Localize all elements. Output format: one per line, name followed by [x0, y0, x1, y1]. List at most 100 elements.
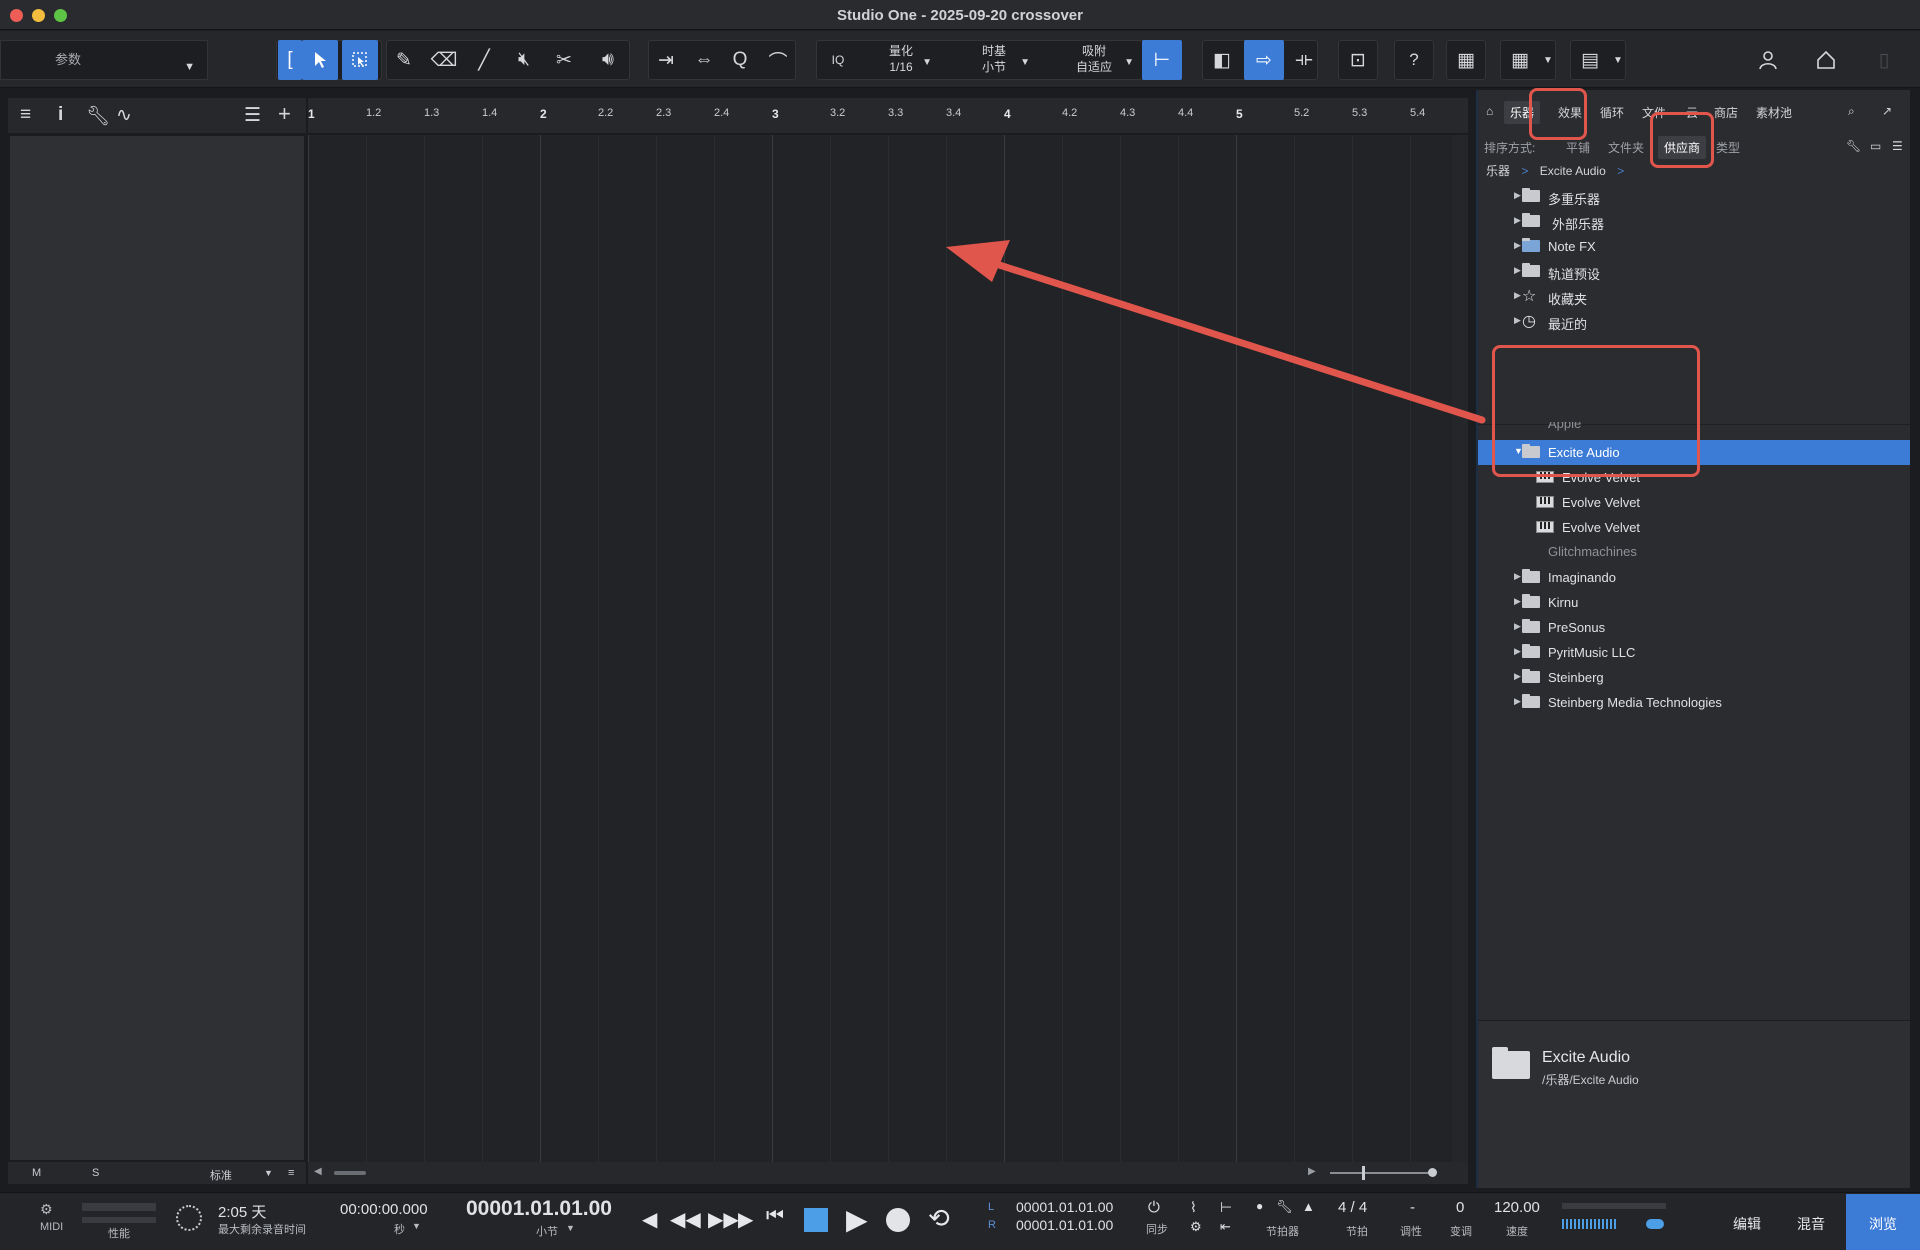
rewind-icon[interactable]: ◀◀ — [670, 1207, 701, 1232]
seconds-display[interactable]: 00:00:00.000 — [340, 1201, 428, 1218]
tree-item-external-instruments[interactable]: ▶ 外部乐器 — [1478, 209, 1910, 234]
tab-shop[interactable]: 商店 — [1714, 104, 1738, 121]
tempo-value[interactable]: 120.00 — [1494, 1199, 1540, 1216]
follow-back-icon[interactable]: ◧ — [1204, 40, 1240, 80]
chevron-down-icon[interactable]: ▼ — [412, 1221, 421, 1231]
track-list-icon[interactable]: ≡ — [20, 104, 31, 126]
help-button[interactable]: ? — [1396, 40, 1432, 80]
zoom-slider-end[interactable] — [1428, 1168, 1437, 1177]
parameter-selector[interactable]: 参数 ▼ — [0, 40, 208, 80]
expand-triangle-icon[interactable]: ▶ — [1514, 596, 1521, 607]
chevron-down-icon[interactable]: ▼ — [566, 1223, 575, 1233]
add-track-button[interactable]: + — [278, 101, 291, 127]
range-tool-button[interactable] — [342, 40, 378, 80]
timebase-selector[interactable]: 时基 小节 ▼ — [958, 40, 1030, 80]
tree-item-evolve-velvet[interactable]: Evolve Velvet — [1478, 515, 1910, 540]
solo-all-button[interactable]: S — [92, 1167, 99, 1179]
quantize-selector[interactable]: 量化 1/16 ▼ — [870, 40, 932, 80]
expand-triangle-icon[interactable]: ▶ — [1514, 190, 1521, 201]
home-icon[interactable]: ⌂ — [1486, 104, 1493, 118]
expand-triangle-icon[interactable]: ▶ — [1514, 671, 1521, 682]
autopunch-icon[interactable]: ⇤ — [1220, 1219, 1231, 1235]
list-options-icon[interactable]: ≡ — [288, 1167, 294, 1179]
zoom-slider-handle[interactable] — [1362, 1166, 1365, 1180]
search-icon[interactable]: ⌕ — [1848, 104, 1855, 119]
metronome-icon[interactable]: ▲ — [1302, 1199, 1315, 1214]
skip-start-icon[interactable]: ◀ — [642, 1207, 657, 1232]
arrow-tool-button[interactable] — [302, 40, 338, 80]
listen-tool-icon[interactable]: 🔊︎ — [590, 40, 626, 80]
tree-item-vendor[interactable]: ▶ Steinberg Media Technologies — [1478, 690, 1910, 715]
range-bracket-icon[interactable]: [ — [278, 40, 302, 80]
snap-selector[interactable]: 吸附 自适应 ▼ — [1054, 40, 1134, 80]
expand-triangle-icon[interactable]: ▶ — [1514, 240, 1521, 251]
key-value[interactable]: - — [1410, 1199, 1415, 1216]
record-button[interactable] — [886, 1208, 910, 1232]
sort-folder[interactable]: 文件夹 — [1608, 139, 1644, 156]
precount-icon[interactable]: ⌇ — [1190, 1199, 1197, 1216]
loop-end-value[interactable]: 00001.01.01.00 — [1016, 1217, 1113, 1233]
window-icon[interactable]: ▭ — [1870, 139, 1881, 153]
split-at-cursor-icon[interactable]: ⟛ — [1286, 40, 1322, 80]
expand-triangle-icon[interactable]: ▶ — [1514, 290, 1521, 301]
sync-icon[interactable]: ⏻ — [1148, 1199, 1160, 1216]
scroll-left-icon[interactable]: ◀ — [314, 1166, 322, 1177]
expand-icon[interactable]: ↗ — [1882, 104, 1892, 118]
transpose-value[interactable]: 0 — [1456, 1199, 1464, 1216]
eraser-tool-icon[interactable]: ⌫ — [426, 40, 462, 80]
fast-forward-icon[interactable]: ▶▶ — [708, 1207, 739, 1232]
pencil-tool-icon[interactable]: ✎ — [386, 40, 422, 80]
metronome-dot-icon[interactable]: ● — [1256, 1199, 1263, 1213]
tree-item-vendor[interactable]: ▶ PyritMusic LLC — [1478, 640, 1910, 665]
tree-item-recent[interactable]: ▶ ◷ 最近的 — [1478, 309, 1910, 334]
expand-triangle-icon[interactable]: ▶ — [1514, 265, 1521, 276]
zoom-tool-icon[interactable]: Q — [722, 40, 758, 80]
tree-item-vendor[interactable]: ▶ Kirnu — [1478, 590, 1910, 615]
track-height-mode[interactable]: 标准 — [210, 1167, 232, 1183]
tree-item-track-presets[interactable]: ▶ 轨道预设 — [1478, 259, 1910, 284]
loop-start-value[interactable]: 00001.01.01.00 — [1016, 1199, 1113, 1215]
expand-triangle-icon[interactable]: ▶ — [1514, 621, 1521, 632]
edit-view-button[interactable]: 编辑 — [1716, 1194, 1778, 1250]
breadcrumb-item[interactable]: Excite Audio — [1540, 164, 1606, 178]
mute-all-button[interactable]: M — [32, 1167, 41, 1179]
chevron-down-icon[interactable]: ▼ — [264, 1168, 273, 1178]
expand-triangle-icon[interactable]: ▶ — [1514, 571, 1521, 582]
automation-curve-icon[interactable]: ∿ — [116, 104, 132, 127]
play-button[interactable]: ▶ — [846, 1203, 868, 1236]
arrange-view[interactable] — [308, 135, 1468, 1162]
expand-triangle-icon[interactable]: ▶ — [1514, 646, 1521, 657]
tree-item-favorites[interactable]: ▶ ☆ 收藏夹 — [1478, 284, 1910, 309]
skip-end-icon[interactable]: ▶ — [738, 1207, 753, 1232]
wrench-icon[interactable]: 🔧︎ — [1846, 139, 1861, 153]
user-account-icon[interactable] — [1750, 40, 1786, 80]
autoscroll-toggle[interactable]: ⇨ — [1244, 40, 1284, 80]
scroll-thumb[interactable] — [334, 1171, 366, 1175]
loop-button[interactable]: ⟲ — [928, 1203, 950, 1234]
settings-icon[interactable]: ⚙ — [1190, 1219, 1202, 1235]
quantize-start-icon[interactable]: ⇥ — [648, 40, 684, 80]
timeline-ruler[interactable]: 1 1.2 1.3 1.4 2 2.2 2.3 2.4 3 3.2 3.3 3.… — [308, 98, 1468, 134]
expand-triangle-icon[interactable]: ▶ — [1514, 696, 1521, 707]
mute-tool-icon[interactable]: 🔇︎ — [506, 40, 542, 80]
punch-icon[interactable]: ⊢ — [1220, 1199, 1232, 1216]
wrench-icon[interactable]: 🔧︎ — [1276, 1199, 1293, 1215]
tree-item-evolve-velvet[interactable]: Evolve Velvet — [1478, 490, 1910, 515]
tab-pool[interactable]: 素材池 — [1756, 104, 1792, 121]
inspector-info-icon[interactable]: i — [58, 104, 63, 126]
output-toggle[interactable] — [1646, 1219, 1664, 1229]
iq-button[interactable]: IQ — [824, 40, 852, 80]
browse-view-button[interactable]: 浏览 — [1846, 1194, 1920, 1250]
chevron-down-icon[interactable]: ▼ — [1530, 40, 1566, 80]
timing-icon[interactable]: ⊡ — [1340, 40, 1376, 80]
sort-type[interactable]: 类型 — [1716, 139, 1740, 156]
video-icon[interactable]: ▦ — [1448, 40, 1484, 80]
home-icon[interactable] — [1808, 40, 1844, 80]
bars-display[interactable]: 00001.01.01.00 — [466, 1197, 612, 1221]
tree-item-vendor[interactable]: ▶ PreSonus — [1478, 615, 1910, 640]
wrench-icon[interactable]: 🔧︎ — [86, 104, 110, 128]
scroll-right-icon[interactable]: ▶ — [1308, 1166, 1316, 1177]
breadcrumb-item[interactable]: 乐器 — [1486, 164, 1510, 178]
tree-item-note-fx[interactable]: ▶ Note FX — [1478, 234, 1910, 259]
tree-item-glitchmachines[interactable]: Glitchmachines — [1478, 544, 1910, 556]
